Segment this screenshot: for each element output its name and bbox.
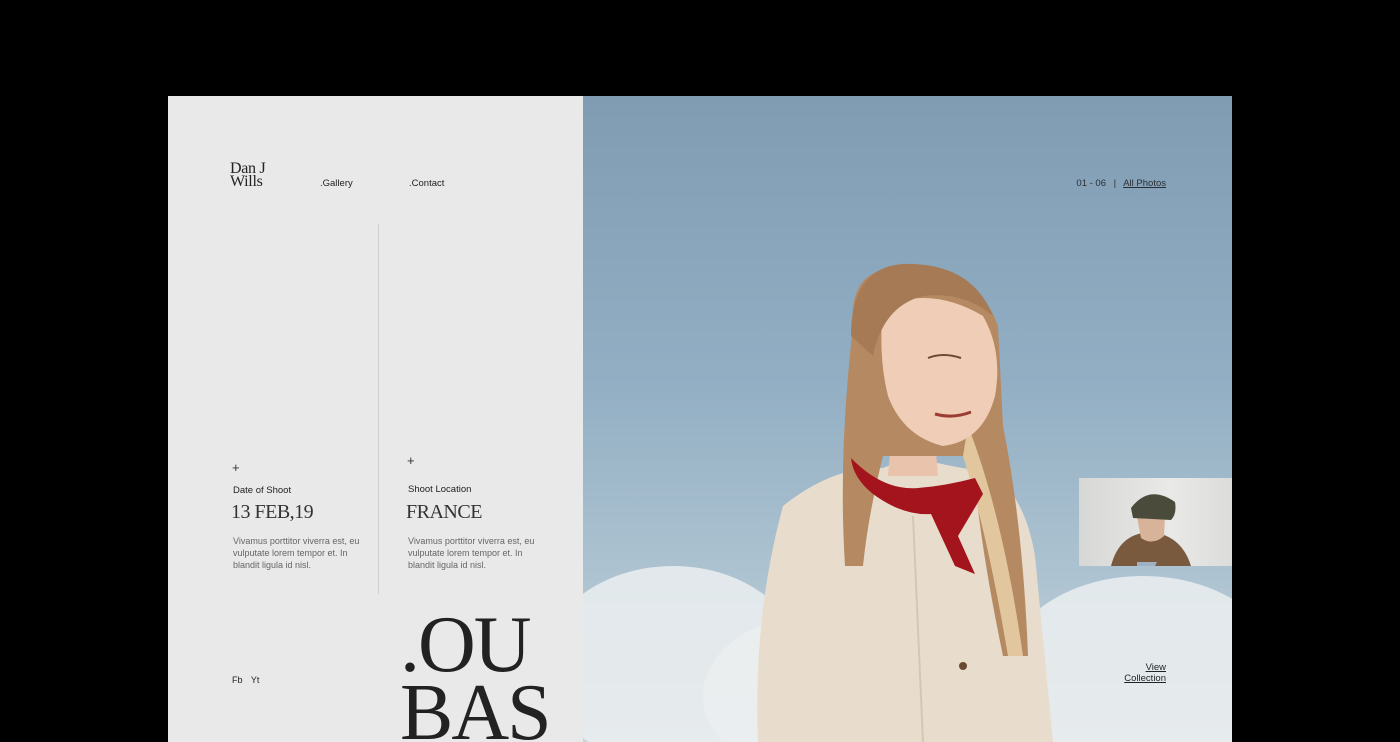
hero-photo: 01 - 06 | All Photos View Collection <box>583 96 1232 742</box>
collection-title-line-2: BAS <box>400 669 552 742</box>
date-description: Vivamus porttitor viverra est, eu vulput… <box>233 536 360 570</box>
date-label: Date of Shoot <box>233 485 292 496</box>
model-figure <box>757 263 1053 742</box>
view-collection-line-1: View <box>1145 662 1166 673</box>
next-photo-thumbnail[interactable] <box>1079 478 1232 566</box>
social-links: Fb Yt <box>232 675 265 685</box>
location-description: Vivamus porttitor viverra est, eu vulput… <box>408 536 535 570</box>
location-value: FRANCE <box>406 501 482 523</box>
photo-count: 01 - 06 <box>1076 178 1106 189</box>
nav-contact-link[interactable]: .Contact <box>409 178 444 189</box>
all-photos-link[interactable]: All Photos <box>1123 178 1166 189</box>
date-value: 13 FEB,19 <box>231 501 314 523</box>
info-panel: Dan J Wills .Gallery .Contact + Date of … <box>168 96 583 742</box>
facebook-link[interactable]: Fb <box>232 675 243 685</box>
date-plus-icon: + <box>232 460 240 475</box>
collection-title: .OU BAS <box>400 605 552 742</box>
brand-logo[interactable]: Dan J Wills <box>230 161 266 190</box>
location-plus-icon: + <box>407 453 415 468</box>
column-divider <box>378 224 379 594</box>
youtube-link[interactable]: Yt <box>251 675 260 685</box>
nav-gallery-link[interactable]: .Gallery <box>320 178 353 189</box>
brand-line-2: Wills <box>230 173 263 190</box>
view-collection-link[interactable]: View Collection <box>1124 662 1166 684</box>
view-collection-line-2: Collection <box>1124 673 1166 684</box>
location-label: Shoot Location <box>408 484 472 495</box>
page-frame: Dan J Wills .Gallery .Contact + Date of … <box>168 96 1232 742</box>
thumbnail-portrait <box>1111 494 1191 566</box>
photo-counter: 01 - 06 | All Photos <box>1076 178 1166 189</box>
counter-separator: | <box>1113 178 1117 189</box>
